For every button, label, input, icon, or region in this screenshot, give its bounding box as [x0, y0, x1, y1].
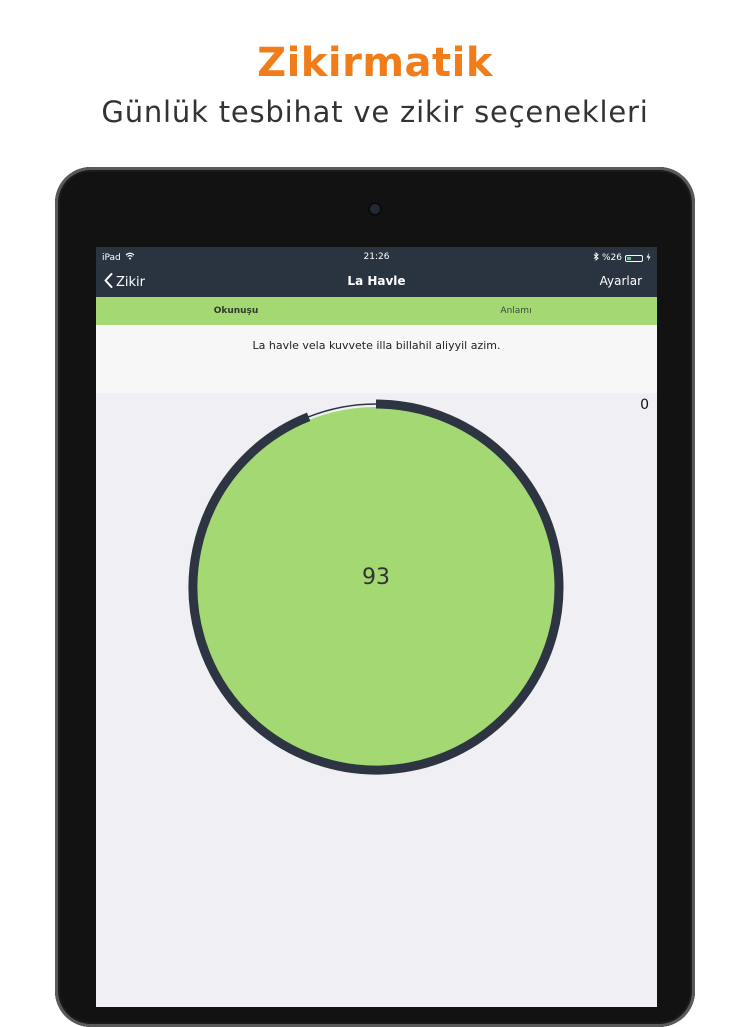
status-time: 21:26: [363, 252, 390, 262]
tab-anlami[interactable]: Anlamı: [416, 306, 616, 316]
segmented-tabs: Okunuşu Anlamı: [96, 297, 657, 325]
recitation-panel: La havle vela kuvvete illa billahil aliy…: [96, 325, 657, 393]
promo-subtitle: Günlük tesbihat ve zikir seçenekleri: [101, 95, 649, 129]
page-title: La Havle: [347, 274, 406, 288]
app-screen: iPad 21:26 %26 Zikir La Havle Ayarlar Ok…: [96, 247, 657, 1007]
battery-percentage: %26: [601, 253, 622, 263]
battery-icon: [625, 254, 643, 262]
recitation-text: La havle vela kuvvete illa billahil aliy…: [252, 339, 501, 352]
total-count: 0: [640, 397, 649, 413]
counter-circle: [196, 407, 556, 767]
promo-title: Zikirmatik: [257, 40, 493, 86]
charging-icon: [646, 252, 651, 264]
settings-button[interactable]: Ayarlar: [600, 274, 642, 288]
status-bar: iPad 21:26 %26: [96, 247, 657, 267]
bluetooth-icon: [593, 251, 599, 264]
counter-button[interactable]: [186, 397, 566, 777]
battery-level: [627, 256, 631, 260]
navigation-bar: Zikir La Havle Ayarlar: [96, 267, 657, 297]
tab-okunusu[interactable]: Okunuşu: [136, 306, 336, 316]
ipad-frame: iPad 21:26 %26 Zikir La Havle Ayarlar Ok…: [55, 167, 695, 1027]
camera-icon: [370, 204, 380, 214]
